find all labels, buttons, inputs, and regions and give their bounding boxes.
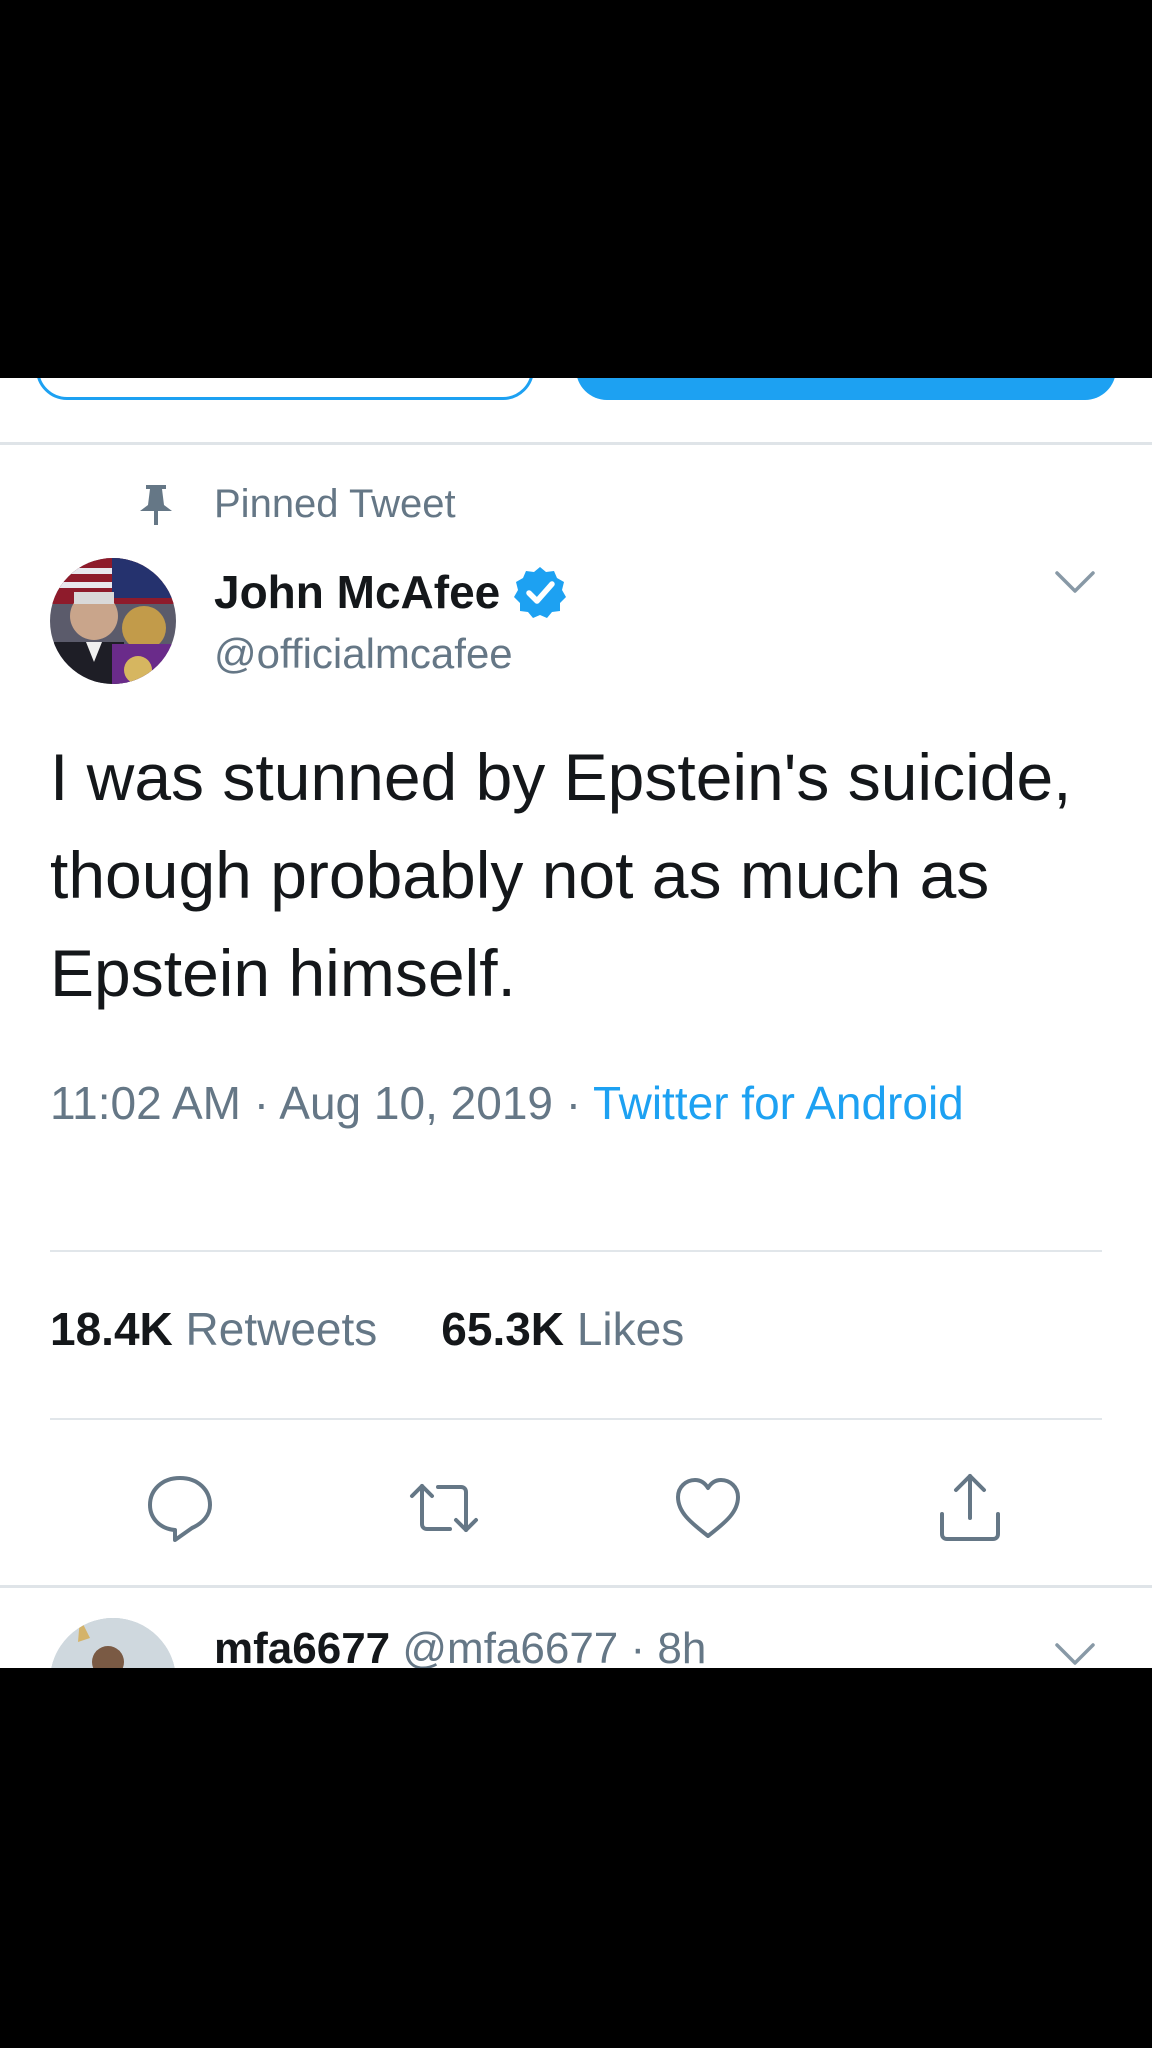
likes-label: Likes [576, 1303, 685, 1355]
reply-button[interactable] [140, 1468, 220, 1548]
reply-icon [148, 1476, 212, 1542]
reply-avatar-image [50, 1618, 176, 1668]
divider [50, 1250, 1102, 1252]
profile-outline-button[interactable] [36, 378, 534, 400]
meta-separator: · [618, 1624, 658, 1668]
tweet-time: 11:02 AM [50, 1077, 241, 1129]
pinned-label: Pinned Tweet [214, 482, 456, 526]
divider [50, 1418, 1102, 1420]
pinned-tweet-header: Pinned Tweet [138, 482, 456, 527]
tweet-actions [0, 1468, 1152, 1548]
like-button[interactable] [668, 1468, 748, 1548]
tweet-stats: 18.4K Retweets 65.3K Likes [50, 1302, 748, 1356]
author-display-name[interactable]: John McAfee [214, 565, 500, 619]
retweets-stat[interactable]: 18.4K Retweets [50, 1302, 377, 1356]
avatar-image [50, 558, 176, 684]
letterbox-top [0, 0, 1152, 378]
divider [0, 442, 1152, 445]
tweet-date: Aug 10, 2019 [279, 1077, 553, 1129]
share-icon [940, 1474, 1000, 1541]
author-name-row[interactable]: John McAfee [214, 564, 568, 620]
likes-stat[interactable]: 65.3K Likes [441, 1302, 684, 1356]
tweet-source-link[interactable]: Twitter for Android [593, 1077, 964, 1129]
verified-badge-icon [514, 567, 567, 618]
share-button[interactable] [930, 1468, 1010, 1548]
retweets-label: Retweets [185, 1303, 378, 1355]
reply-header[interactable]: mfa6677 @mfa6677 · 8h [214, 1624, 706, 1668]
tweet-screen: Pinned Tweet John McAfee @officialmcafee… [0, 378, 1152, 1668]
reply-time: 8h [657, 1624, 707, 1668]
meta-separator: · [552, 1077, 594, 1129]
heart-icon [676, 1478, 740, 1538]
retweets-count: 18.4K [50, 1303, 173, 1355]
profile-primary-button[interactable] [576, 378, 1116, 400]
reply-avatar[interactable] [50, 1618, 176, 1668]
chevron-down-icon[interactable] [1054, 1640, 1096, 1668]
chevron-down-icon[interactable] [1054, 568, 1096, 598]
retweet-icon [410, 1484, 478, 1532]
tweet-meta: 11:02 AM · Aug 10, 2019 · Twitter for An… [50, 1070, 1050, 1136]
meta-separator: · [240, 1077, 280, 1129]
retweet-button[interactable] [404, 1468, 484, 1548]
author-handle[interactable]: @officialmcafee [214, 630, 513, 678]
likes-count: 65.3K [441, 1303, 565, 1355]
divider [0, 1585, 1152, 1588]
letterbox-bottom [0, 1668, 1152, 2048]
avatar[interactable] [50, 558, 176, 684]
reply-handle[interactable]: @mfa6677 [402, 1624, 618, 1668]
pin-icon [140, 484, 172, 525]
tweet-text: I was stunned by Epstein's suicide, thou… [50, 740, 1072, 1010]
reply-display-name[interactable]: mfa6677 [214, 1624, 390, 1668]
